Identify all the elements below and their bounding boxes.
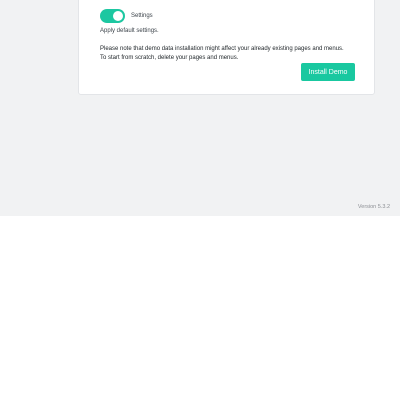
version-label: Version 5.3.2 bbox=[357, 204, 390, 210]
apply-default-settings-hint: Apply default settings. bbox=[100, 28, 159, 34]
install-demo-button[interactable]: Install Demo bbox=[301, 63, 355, 81]
notice-line-1: Please note that demo data installation … bbox=[100, 46, 344, 52]
toggle-knob bbox=[113, 11, 123, 21]
admin-content-area: Settings Apply default settings. Please … bbox=[0, 0, 400, 216]
demo-data-notice: Please note that demo data installation … bbox=[100, 45, 344, 63]
settings-toggle-label: Settings bbox=[131, 13, 153, 19]
notice-line-2: To start from scratch, delete your pages… bbox=[100, 55, 239, 61]
settings-toggle-row: Settings bbox=[100, 9, 153, 23]
settings-toggle[interactable] bbox=[100, 9, 125, 23]
demo-import-card: Settings Apply default settings. Please … bbox=[78, 0, 375, 95]
